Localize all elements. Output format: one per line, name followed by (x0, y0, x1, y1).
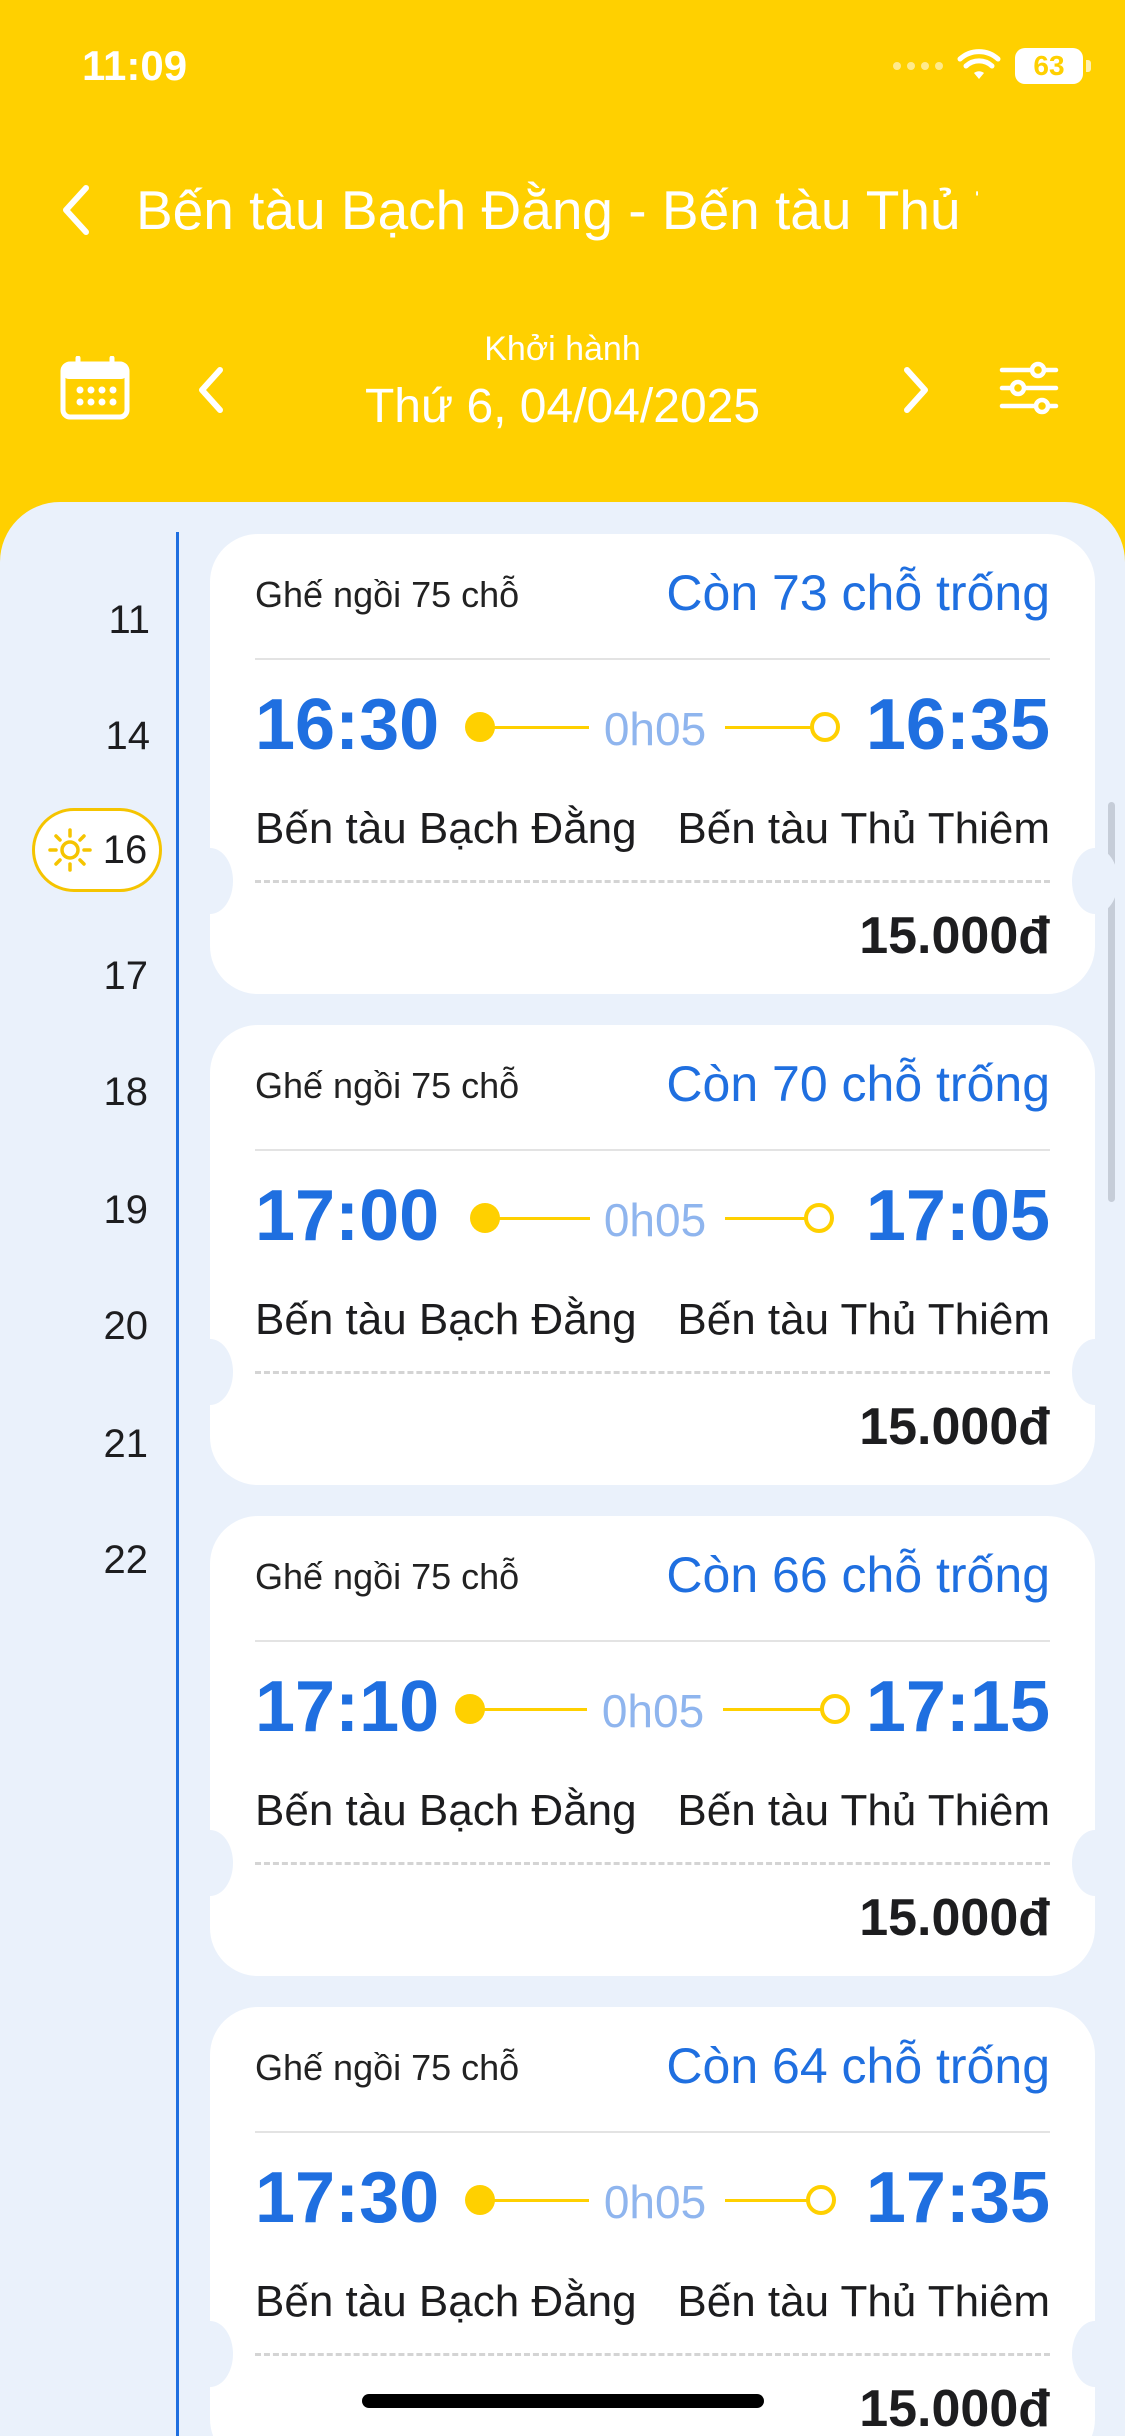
arrival-time: 17:35 (865, 2158, 1050, 2238)
departure-date[interactable]: Khởi hành Thứ 6, 04/04/2025 (300, 330, 825, 434)
hour-20[interactable]: 20 (8, 1304, 149, 1349)
status-bar: 11:09 63 (0, 0, 1125, 140)
trip-duration: 0h05 (603, 703, 707, 755)
divider (255, 2131, 1050, 2133)
hour-18[interactable]: 18 (8, 1070, 149, 1115)
status-icons: 63 (893, 48, 1091, 84)
divider (255, 658, 1050, 660)
origin-station: Bến tàu Bạch Đằng (255, 1786, 637, 1835)
dashed-divider (255, 1371, 1050, 1374)
ticket-price: 15.000đ (859, 2380, 1050, 2436)
sliders-icon (999, 361, 1059, 415)
destination-station: Bến tàu Thủ Thiêm (677, 1295, 1050, 1344)
route-title: Bến tàu Bạch Đằng - Bến tàu Thủ Thiêm (136, 179, 978, 241)
trip-card[interactable]: Ghế ngồi 75 chỗ Còn 73 chỗ trống 16:30 0… (187, 534, 1118, 994)
trip-card[interactable]: Ghế ngồi 75 chỗ Còn 66 chỗ trống 17:10 0… (187, 1516, 1118, 1976)
seat-availability: Còn 70 chỗ trống (666, 1056, 1050, 1112)
status-time: 11:09 (82, 42, 188, 89)
hour-11[interactable]: 11 (10, 598, 150, 643)
departure-dot (470, 1203, 500, 1233)
seat-type: Ghế ngồi 75 chỗ (255, 574, 520, 615)
hour-16-active[interactable]: 16 (32, 808, 162, 892)
hour-17[interactable]: 17 (8, 954, 149, 999)
filter-button[interactable] (998, 360, 1060, 416)
time-row: 16:30 0h05 16:35 (255, 684, 1050, 774)
arrival-dot (804, 1203, 834, 1233)
chevron-right-icon (904, 367, 928, 413)
arrival-dot (806, 2185, 836, 2215)
ticket-price: 15.000đ (859, 1398, 1050, 1456)
hour-14[interactable]: 14 (10, 714, 151, 759)
arrival-dot (820, 1694, 850, 1724)
previous-date-button[interactable] (190, 362, 234, 418)
departure-dot (465, 712, 495, 742)
home-indicator[interactable] (362, 2394, 764, 2408)
timeline-line (176, 532, 179, 2436)
trip-card[interactable]: Ghế ngồi 75 chỗ Còn 70 chỗ trống 17:00 0… (187, 1025, 1118, 1485)
battery-icon: 63 (1015, 48, 1091, 84)
departure-time: 16:30 (255, 685, 440, 765)
seat-availability: Còn 66 chỗ trống (666, 1547, 1050, 1603)
arrival-time: 17:05 (865, 1176, 1050, 1256)
arrival-time: 17:15 (865, 1667, 1050, 1747)
origin-station: Bến tàu Bạch Đằng (255, 804, 637, 853)
departure-time: 17:10 (255, 1667, 440, 1747)
trip-duration: 0h05 (603, 2176, 707, 2228)
divider (255, 1149, 1050, 1151)
wifi-icon (957, 49, 1001, 79)
ticket-price: 15.000đ (859, 1889, 1050, 1947)
seat-type: Ghế ngồi 75 chỗ (255, 2047, 520, 2088)
arrival-dot (810, 712, 840, 742)
back-button[interactable] (52, 180, 102, 240)
origin-station: Bến tàu Bạch Đằng (255, 2277, 637, 2326)
departure-date-value: Thứ 6, 04/04/2025 (364, 380, 761, 433)
time-row: 17:00 0h05 17:05 (255, 1175, 1050, 1265)
dashed-divider (255, 880, 1050, 883)
signal-icon (893, 62, 943, 70)
origin-station: Bến tàu Bạch Đằng (255, 1295, 637, 1344)
next-date-button[interactable] (893, 362, 937, 418)
seat-type: Ghế ngồi 75 chỗ (255, 1556, 520, 1597)
destination-station: Bến tàu Thủ Thiêm (677, 1786, 1050, 1835)
dashed-divider (255, 1862, 1050, 1865)
destination-station: Bến tàu Thủ Thiêm (677, 804, 1050, 853)
calendar-button[interactable] (60, 355, 130, 420)
departure-time: 17:30 (255, 2158, 440, 2238)
trip-duration: 0h05 (603, 1194, 707, 1246)
seat-type: Ghế ngồi 75 chỗ (255, 1065, 520, 1106)
chevron-left-icon (199, 367, 223, 413)
date-navigation: Khởi hành Thứ 6, 04/04/2025 (0, 320, 1125, 460)
calendar-icon (60, 355, 130, 420)
hour-22[interactable]: 22 (8, 1538, 149, 1583)
sun-icon (48, 828, 92, 872)
departure-dot (455, 1694, 485, 1724)
seat-availability: Còn 73 chỗ trống (666, 565, 1050, 621)
departure-caption: Khởi hành (484, 330, 641, 368)
header: Bến tàu Bạch Đằng - Bến tàu Thủ Thiêm (0, 140, 1125, 280)
trip-card[interactable]: Ghế ngồi 75 chỗ Còn 64 chỗ trống 17:30 0… (187, 2007, 1118, 2436)
chevron-left-icon (63, 185, 89, 235)
time-row: 17:30 0h05 17:35 (255, 2157, 1050, 2247)
arrival-time: 16:35 (865, 685, 1050, 765)
time-row: 17:10 0h05 17:15 (255, 1666, 1050, 1756)
dashed-divider (255, 2353, 1050, 2356)
trip-duration: 0h05 (601, 1685, 705, 1737)
seat-availability: Còn 64 chỗ trống (666, 2038, 1050, 2094)
hour-19[interactable]: 19 (8, 1188, 149, 1233)
active-hour-label: 16 (102, 827, 148, 872)
ticket-price: 15.000đ (859, 907, 1050, 965)
hour-21[interactable]: 21 (8, 1422, 149, 1467)
destination-station: Bến tàu Thủ Thiêm (677, 2277, 1050, 2326)
divider (255, 1640, 1050, 1642)
departure-time: 17:00 (255, 1176, 440, 1256)
departure-dot (465, 2185, 495, 2215)
trip-list-panel: 11 14 16 17 18 19 20 21 22 Ghế ngồi 75 c… (0, 502, 1125, 2436)
